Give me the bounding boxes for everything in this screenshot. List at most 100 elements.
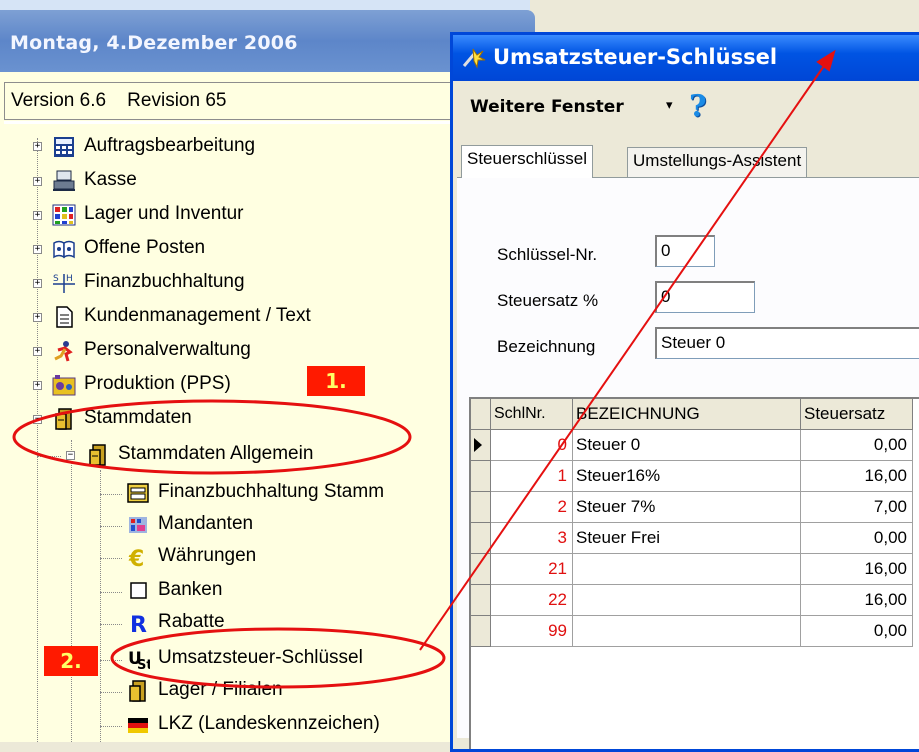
row-indicator[interactable] [471, 523, 491, 554]
flag-germany-icon [128, 718, 148, 733]
annotation-badge-2: 2. [44, 646, 98, 676]
calculator-icon [54, 137, 74, 157]
row-indicator[interactable] [471, 430, 491, 461]
tree-line [100, 470, 101, 742]
tax-key-dialog: Umsatzsteuer-Schlüssel Weitere Fenster ▾… [450, 32, 919, 752]
dialog-title: Umsatzsteuer-Schlüssel [493, 45, 778, 69]
tree-item-label: Stammdaten Allgemein [118, 443, 314, 464]
cell-steuersatz[interactable]: 16,00 [801, 585, 913, 616]
cell-steuersatz[interactable]: 0,00 [801, 430, 913, 461]
cell-schlnr[interactable]: 99 [491, 616, 573, 647]
tree-item-label: Offene Posten [84, 237, 206, 258]
cell-bezeichnung[interactable] [573, 554, 801, 585]
cell-steuersatz[interactable]: 7,00 [801, 492, 913, 523]
row-indicator[interactable] [471, 616, 491, 647]
tree-line [100, 660, 122, 661]
svg-text:St: St [137, 658, 150, 670]
expand-icon[interactable]: + [33, 142, 42, 151]
collapse-icon[interactable]: − [33, 415, 42, 424]
svg-text:€: € [128, 547, 144, 568]
tax-key-grid: SchlNr. BEZEICHNUNG Steuersatz 0 Steuer … [469, 397, 919, 749]
open-book-icon [53, 240, 75, 259]
tree-item-label: Finanzbuchhaltung [84, 271, 245, 292]
cell-steuersatz[interactable]: 0,00 [801, 523, 913, 554]
help-icon[interactable]: ? [689, 89, 707, 124]
cell-bezeichnung[interactable] [573, 616, 801, 647]
key-number-label: Schlüssel-Nr. [497, 245, 598, 264]
cell-schlnr[interactable]: 2 [491, 492, 573, 523]
tax-icon: U St [128, 649, 150, 670]
cell-schlnr[interactable]: 0 [491, 430, 573, 461]
letter-r-icon: R [130, 613, 147, 634]
tree-line [71, 440, 72, 742]
tree-item-label: Produktion (PPS) [84, 373, 231, 394]
expand-icon[interactable]: + [33, 211, 42, 220]
tax-rate-field[interactable]: 0 [655, 281, 755, 313]
cell-steuersatz[interactable]: 0,00 [801, 616, 913, 647]
weitere-fenster-menu[interactable]: Weitere Fenster [470, 97, 624, 117]
square-outline-icon [130, 582, 147, 599]
expand-icon[interactable]: + [33, 279, 42, 288]
dialog-titlebar[interactable]: Umsatzsteuer-Schlüssel [453, 35, 919, 81]
cash-register-icon [53, 170, 75, 191]
factory-icon [52, 375, 76, 396]
row-indicator[interactable] [471, 461, 491, 492]
tree-item-label: Mandanten [158, 513, 254, 534]
euro-icon: € [128, 547, 144, 568]
cell-bezeichnung[interactable]: Steuer 7% [573, 492, 801, 523]
column-header-schlnr[interactable]: SchlNr. [491, 399, 573, 430]
tree-item-label: Lager / Filialen [158, 679, 283, 700]
document-icon [56, 306, 73, 328]
row-indicator[interactable] [471, 554, 491, 585]
cell-schlnr[interactable]: 21 [491, 554, 573, 585]
cell-schlnr[interactable]: 22 [491, 585, 573, 616]
tree-line [100, 494, 122, 495]
cell-bezeichnung[interactable]: Steuer16% [573, 461, 801, 492]
column-header-bezeichnung[interactable]: BEZEICHNUNG [573, 399, 801, 430]
cell-schlnr[interactable]: 1 [491, 461, 573, 492]
cell-bezeichnung[interactable]: Steuer Frei [573, 523, 801, 554]
version-text: Version 6.6 Revision 65 [11, 90, 227, 111]
tree-item-label: Umsatzsteuer-Schlüssel [158, 647, 363, 668]
nav-top-strip [0, 0, 530, 10]
tree-item-label: Kasse [84, 169, 137, 190]
cell-bezeichnung[interactable] [573, 585, 801, 616]
expand-icon[interactable]: + [33, 347, 42, 356]
expand-icon[interactable]: + [33, 177, 42, 186]
mandanten-icon [129, 517, 147, 533]
row-indicator[interactable] [471, 492, 491, 523]
cash-box-icon [127, 483, 149, 503]
tab-umstellungs-assistent[interactable]: Umstellungs-Assistent [627, 147, 808, 177]
cabinet-icon [55, 408, 72, 430]
tab-steuerschluessel[interactable]: Steuerschlüssel [461, 145, 594, 178]
row-indicator[interactable] [471, 585, 491, 616]
tree-item-label: Stammdaten [84, 407, 192, 428]
column-header-steuersatz[interactable]: Steuersatz [801, 399, 913, 430]
tree-item-label: Auftragsbearbeitung [84, 135, 256, 156]
key-number-field[interactable]: 0 [655, 235, 715, 267]
expand-icon[interactable]: + [33, 381, 42, 390]
tree-item-label: Lager und Inventur [84, 203, 244, 224]
tree-item-label: LKZ (Landeskennzeichen) [158, 713, 380, 734]
expand-icon[interactable]: + [33, 313, 42, 322]
tree-line [100, 692, 122, 693]
description-field[interactable]: Steuer 0 [655, 327, 919, 359]
collapse-icon[interactable]: − [66, 451, 75, 460]
svg-text:R: R [130, 613, 147, 634]
svg-text:S: S [53, 274, 59, 284]
cell-steuersatz[interactable]: 16,00 [801, 461, 913, 492]
ledger-icon: S H [53, 274, 75, 293]
chevron-down-icon[interactable]: ▾ [666, 98, 673, 113]
tree-line [100, 526, 122, 527]
nav-date: Montag, 4.Dezember 2006 [10, 32, 298, 54]
grid-corner [471, 399, 491, 430]
tax-rate-label: Steuersatz % [497, 291, 599, 310]
warehouse-grid-icon [52, 204, 76, 226]
cell-steuersatz[interactable]: 16,00 [801, 554, 913, 585]
description-label: Bezeichnung [497, 337, 596, 356]
cell-bezeichnung[interactable]: Steuer 0 [573, 430, 801, 461]
expand-icon[interactable]: + [33, 245, 42, 254]
tree-line [100, 624, 122, 625]
tree-item-label: Rabatte [158, 611, 225, 632]
cell-schlnr[interactable]: 3 [491, 523, 573, 554]
